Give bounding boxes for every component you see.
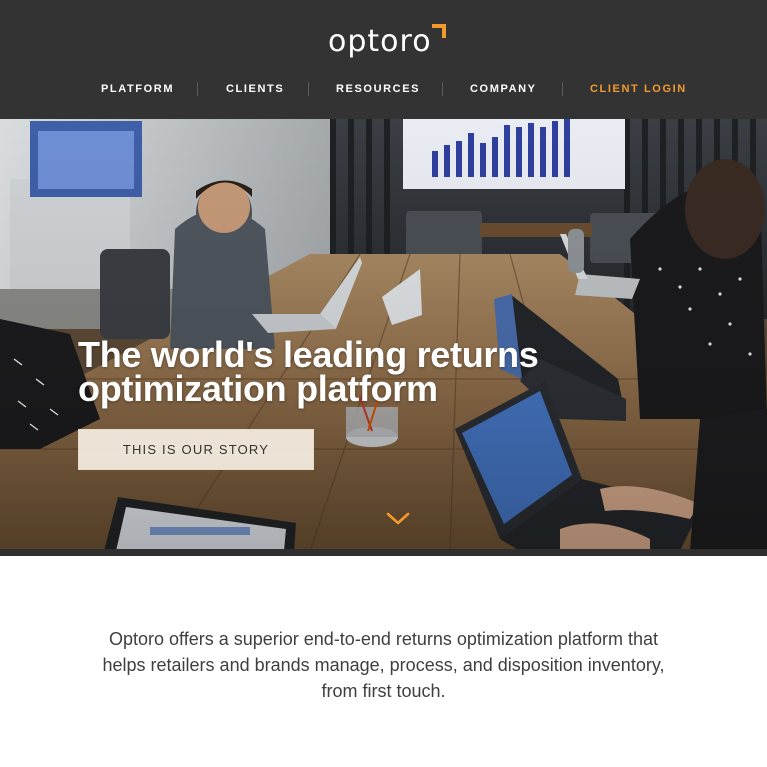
hero-bottom-bar xyxy=(0,549,767,556)
logo-wordmark: optoro xyxy=(328,24,432,59)
intro-paragraph: Optoro offers a superior end-to-end retu… xyxy=(102,629,665,701)
nav-divider xyxy=(442,82,443,96)
logo-mark-icon xyxy=(431,24,446,38)
nav-platform[interactable]: PLATFORM xyxy=(101,80,174,98)
site-header: optoro PLATFORM CLIENTS RESOURCES COMPAN… xyxy=(0,0,767,119)
intro-section: Optoro offers a superior end-to-end retu… xyxy=(0,556,767,767)
nav-divider xyxy=(308,82,309,96)
hero-section: The world's leading returns optimization… xyxy=(0,119,767,551)
nav-company[interactable]: COMPANY xyxy=(470,80,537,98)
nav-clients[interactable]: CLIENTS xyxy=(226,80,284,98)
our-story-button[interactable]: THIS IS OUR STORY xyxy=(78,429,314,470)
hero-title: The world's leading returns optimization… xyxy=(78,334,539,409)
optoro-logo[interactable]: optoro xyxy=(328,22,446,62)
nav-client-login[interactable]: CLIENT LOGIN xyxy=(590,80,687,98)
nav-resources[interactable]: RESOURCES xyxy=(336,80,420,98)
nav-divider xyxy=(197,82,198,96)
hero-title-line-2: optimization platform xyxy=(78,368,438,409)
main-nav: PLATFORM CLIENTS RESOURCES COMPANY CLIEN… xyxy=(0,80,767,98)
hero-title-line-1: The world's leading returns xyxy=(78,334,539,375)
chevron-down-icon[interactable] xyxy=(386,512,410,526)
nav-divider xyxy=(562,82,563,96)
